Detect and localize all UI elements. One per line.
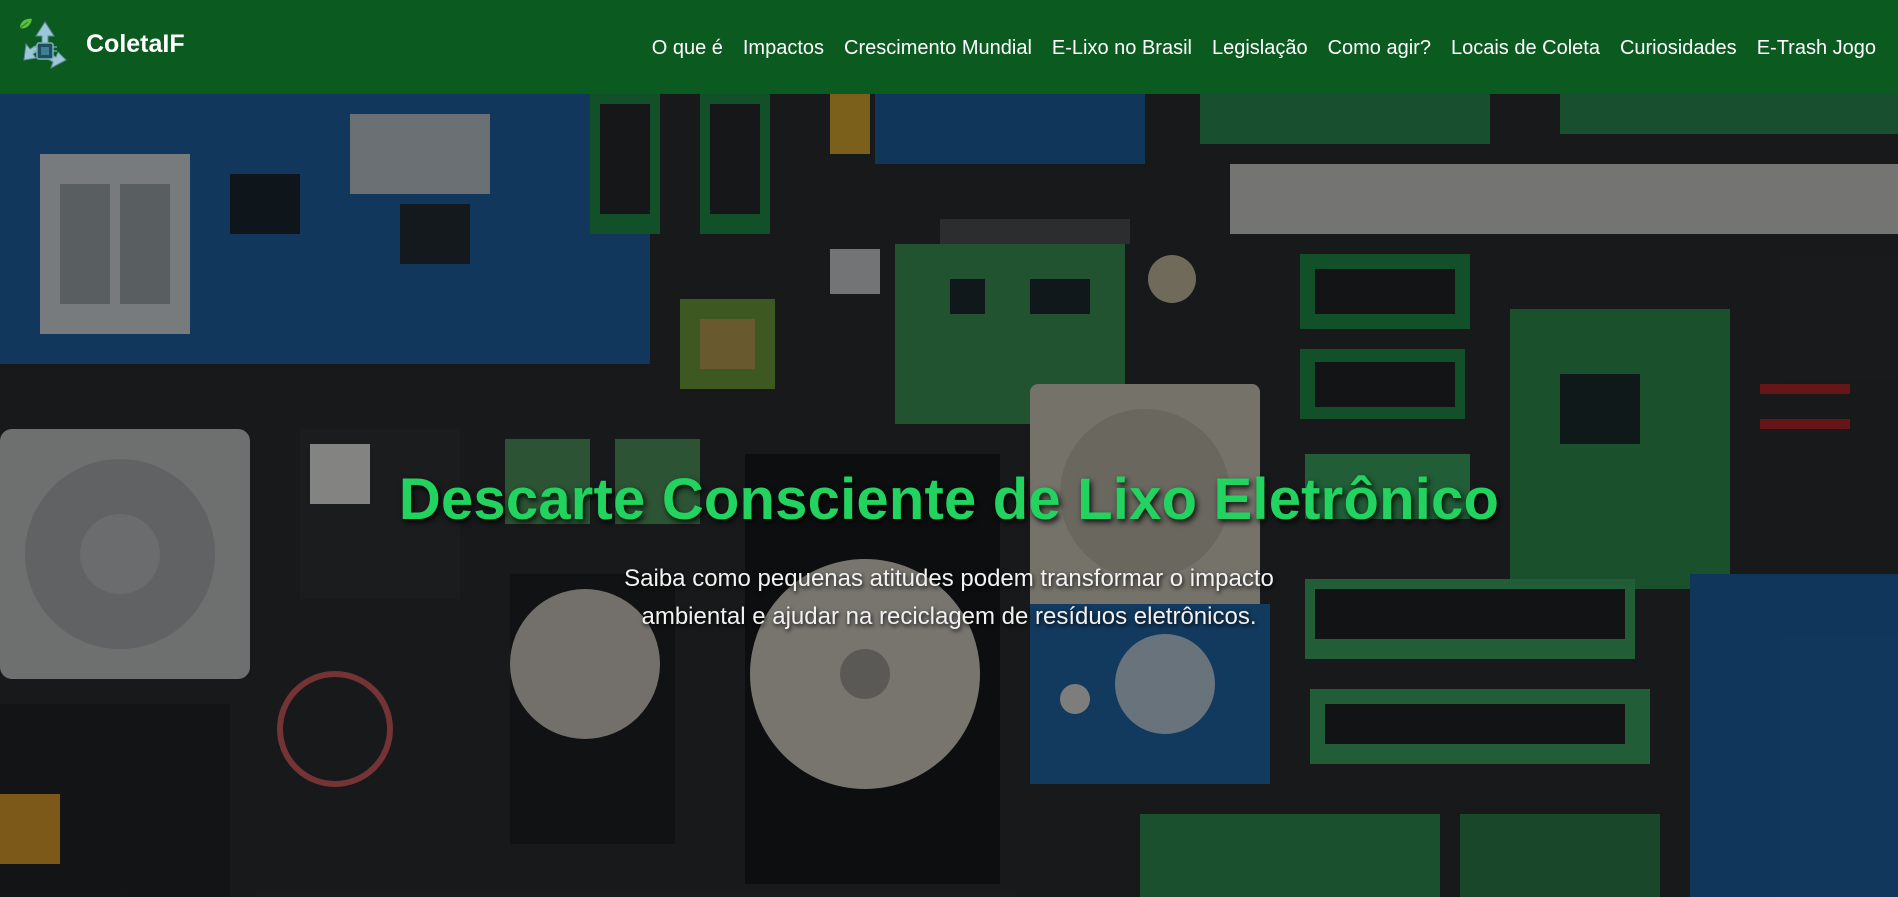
- brand[interactable]: ColetaIF: [14, 0, 185, 94]
- nav-link-curiosidades[interactable]: Curiosidades: [1620, 35, 1737, 60]
- nav-link-como-agir[interactable]: Como agir?: [1328, 35, 1431, 60]
- hero-section: Descarte Consciente de Lixo Eletrônico S…: [0, 94, 1898, 897]
- nav-link-e-lixo-no-brasil[interactable]: E-Lixo no Brasil: [1052, 35, 1192, 60]
- nav-link-legislacao[interactable]: Legislação: [1212, 35, 1308, 60]
- hero-content: Descarte Consciente de Lixo Eletrônico S…: [0, 94, 1898, 897]
- brand-name: ColetaIF: [86, 29, 185, 58]
- hero-title: Descarte Consciente de Lixo Eletrônico: [398, 467, 1500, 532]
- main-nav: O que é Impactos Crescimento Mundial E-L…: [652, 0, 1876, 94]
- nav-link-crescimento-mundial[interactable]: Crescimento Mundial: [844, 35, 1032, 60]
- navbar: ColetaIF O que é Impactos Crescimento Mu…: [0, 0, 1898, 94]
- recycle-logo-icon: [19, 18, 67, 70]
- nav-link-locais-de-coleta[interactable]: Locais de Coleta: [1451, 35, 1600, 60]
- nav-link-o-que-e[interactable]: O que é: [652, 35, 723, 60]
- hero-subtitle: Saiba como pequenas atitudes podem trans…: [624, 565, 1274, 630]
- nav-link-e-trash-jogo[interactable]: E-Trash Jogo: [1757, 35, 1876, 60]
- nav-link-impactos[interactable]: Impactos: [743, 35, 824, 60]
